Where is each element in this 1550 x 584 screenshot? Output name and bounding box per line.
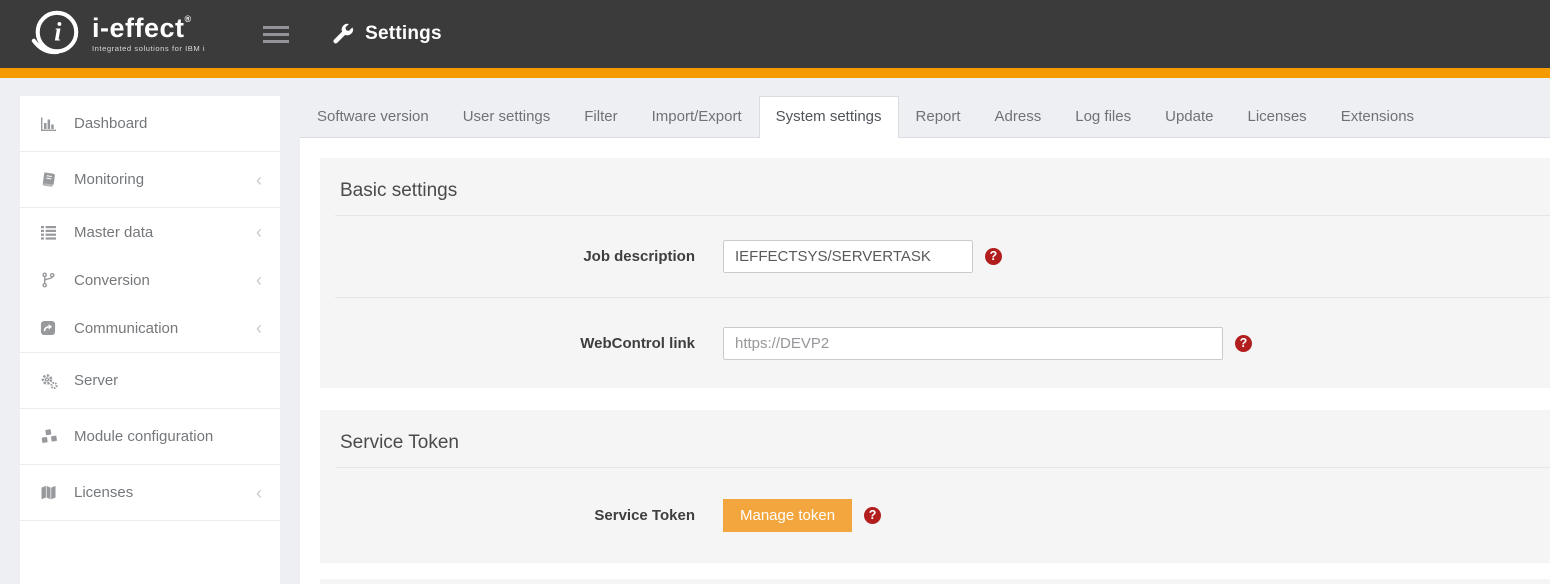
brand-tagline: Integrated solutions for IBM i: [92, 45, 205, 53]
sidebar-item-label: Monitoring: [74, 171, 144, 188]
share-square-icon: [40, 320, 74, 336]
hamburger-menu-icon[interactable]: [261, 18, 291, 51]
sidebar-item-module-configuration[interactable]: Module configuration: [20, 409, 280, 465]
section-service-token: Service Token Service Token Manage token…: [320, 410, 1550, 563]
list-icon: [40, 224, 74, 241]
brand-name: i-effect®: [92, 15, 205, 42]
job-description-label: Job description: [320, 248, 695, 265]
tab-log-files[interactable]: Log files: [1058, 96, 1148, 137]
code-branch-icon: [40, 272, 74, 288]
main-content: Software version User settings Filter Im…: [300, 78, 1550, 584]
section-title: Service Token: [320, 410, 1550, 467]
section-title: Basic settings: [320, 158, 1550, 215]
job-description-row: Job description ?: [320, 216, 1550, 297]
section-next-partial: [320, 579, 1550, 584]
sidebar-item-label: Conversion: [74, 272, 150, 289]
tab-adress[interactable]: Adress: [978, 96, 1059, 137]
sidebar: Dashboard Monitoring ‹: [20, 96, 280, 584]
tab-software-version[interactable]: Software version: [300, 96, 446, 137]
sidebar-item-conversion[interactable]: Conversion ‹: [20, 256, 280, 304]
tab-licenses[interactable]: Licenses: [1230, 96, 1323, 137]
chevron-left-icon: ‹: [256, 271, 262, 289]
tab-system-settings[interactable]: System settings: [759, 96, 899, 138]
chevron-left-icon: ‹: [256, 484, 262, 502]
tab-filter[interactable]: Filter: [567, 96, 634, 137]
brand-logo: i i-effect® Integrated solutions for IBM…: [30, 8, 205, 60]
section-basic-settings: Basic settings Job description ? WebCont…: [320, 158, 1550, 388]
wrench-icon: [331, 23, 354, 46]
sidebar-item-label: Server: [74, 372, 118, 389]
svg-text:i: i: [54, 18, 62, 47]
sidebar-item-label: Module configuration: [74, 428, 213, 445]
webcontrol-link-input[interactable]: [723, 327, 1223, 360]
brand-logo-icon: i: [30, 8, 82, 60]
tab-import-export[interactable]: Import/Export: [635, 96, 759, 137]
webcontrol-link-row: WebControl link ?: [320, 298, 1550, 388]
service-token-row: Service Token Manage token ?: [320, 468, 1550, 563]
sidebar-item-server[interactable]: Server: [20, 353, 280, 409]
tab-update[interactable]: Update: [1148, 96, 1230, 137]
sidebar-item-label: Licenses: [74, 484, 133, 501]
tab-user-settings[interactable]: User settings: [446, 96, 568, 137]
sidebar-item-label: Dashboard: [74, 115, 147, 132]
book-icon: [40, 171, 74, 188]
map-icon: [40, 484, 74, 501]
chevron-left-icon: ‹: [256, 223, 262, 241]
sidebar-item-licenses[interactable]: Licenses ‹: [20, 465, 280, 521]
chevron-left-icon: ‹: [256, 171, 262, 189]
bar-chart-icon: [40, 115, 74, 132]
sidebar-item-label: Communication: [74, 320, 178, 337]
chevron-left-icon: ‹: [256, 319, 262, 337]
tab-bar: Software version User settings Filter Im…: [300, 78, 1550, 137]
sidebar-item-label: Master data: [74, 224, 153, 241]
job-description-input[interactable]: [723, 240, 973, 273]
sidebar-item-dashboard[interactable]: Dashboard: [20, 96, 280, 152]
sidebar-item-master-data[interactable]: Master data ‹: [20, 208, 280, 256]
service-token-label: Service Token: [320, 507, 695, 524]
webcontrol-link-help-icon[interactable]: ?: [1235, 335, 1252, 352]
manage-token-button[interactable]: Manage token: [723, 499, 852, 532]
accent-bar: [0, 68, 1550, 78]
service-token-help-icon[interactable]: ?: [864, 507, 881, 524]
sidebar-item-communication[interactable]: Communication ‹: [20, 304, 280, 352]
page-title: Settings: [365, 23, 442, 45]
gears-icon: [40, 372, 74, 390]
sidebar-item-monitoring[interactable]: Monitoring ‹: [20, 152, 280, 208]
tab-report[interactable]: Report: [899, 96, 978, 137]
registered-mark: ®: [185, 14, 192, 24]
job-description-help-icon[interactable]: ?: [985, 248, 1002, 265]
cubes-icon: [40, 428, 74, 446]
tab-extensions[interactable]: Extensions: [1324, 96, 1431, 137]
webcontrol-link-label: WebControl link: [320, 335, 695, 352]
app-header: i i-effect® Integrated solutions for IBM…: [0, 0, 1550, 68]
tab-content: Basic settings Job description ? WebCont…: [300, 137, 1550, 584]
